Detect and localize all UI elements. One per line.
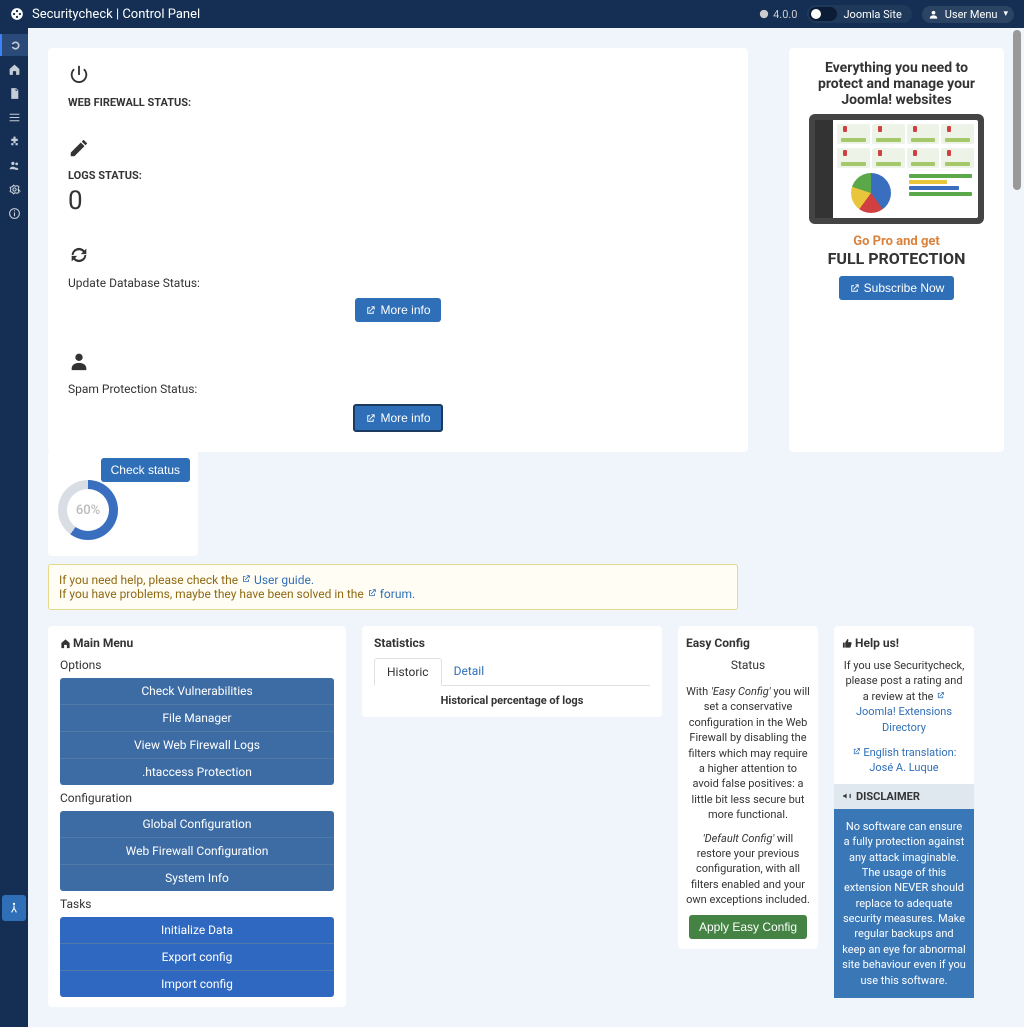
external-link-icon bbox=[367, 588, 377, 598]
menu-export-config[interactable]: Export config bbox=[60, 944, 334, 971]
menu-htaccess[interactable]: .htaccess Protection bbox=[60, 759, 334, 785]
stats-caption: Historical percentage of logs bbox=[374, 694, 650, 707]
easyconfig-p2: 'Default Config' will restore your previ… bbox=[686, 831, 810, 908]
brand: Securitycheck | Control Panel bbox=[10, 7, 200, 22]
helpus-p2: English translation: José A. Luque bbox=[842, 745, 966, 776]
accessibility-toggle[interactable] bbox=[2, 895, 26, 921]
joomla-icon bbox=[10, 7, 24, 21]
stats-tabs: Historic Detail bbox=[374, 658, 650, 686]
scrollbar[interactable] bbox=[1012, 28, 1022, 933]
promo-go-pro: Go Pro and get bbox=[801, 234, 992, 249]
firewall-status-label: WEB FIREWALL STATUS: bbox=[68, 96, 728, 109]
menu-file-manager[interactable]: File Manager bbox=[60, 705, 334, 732]
menu-global-config[interactable]: Global Configuration bbox=[60, 811, 334, 838]
user-icon bbox=[928, 9, 939, 20]
site-toggle[interactable]: Joomla Site bbox=[807, 5, 911, 23]
menu-check-vuln[interactable]: Check Vulnerabilities bbox=[60, 678, 334, 705]
more-info-button-2[interactable]: More info bbox=[353, 404, 442, 432]
easyconfig-status: Status bbox=[686, 658, 810, 672]
forum-link[interactable]: forum. bbox=[367, 587, 415, 601]
pencil-icon bbox=[68, 137, 728, 165]
sidebar-home[interactable] bbox=[0, 58, 28, 80]
home-icon bbox=[60, 638, 71, 649]
donut-card: Check status 60% bbox=[48, 450, 198, 556]
status-card: WEB FIREWALL STATUS: LOGS STATUS: 0 Upda… bbox=[48, 48, 748, 452]
sidebar bbox=[0, 28, 28, 1027]
menu-view-logs[interactable]: View Web Firewall Logs bbox=[60, 732, 334, 759]
apply-easy-config-button[interactable]: Apply Easy Config bbox=[689, 915, 807, 939]
external-link-icon bbox=[241, 574, 251, 584]
sidebar-content[interactable] bbox=[0, 82, 28, 104]
progress-donut: 60% bbox=[58, 480, 118, 540]
tasks-label: Tasks bbox=[60, 897, 334, 911]
accessibility-icon bbox=[7, 901, 21, 915]
sidebar-menus[interactable] bbox=[0, 106, 28, 128]
tab-historic[interactable]: Historic bbox=[374, 658, 442, 686]
user-icon bbox=[68, 350, 728, 378]
logs-status-label: LOGS STATUS: bbox=[68, 169, 728, 182]
promo-title: Everything you need to protect and manag… bbox=[801, 60, 992, 108]
promo-full-protection: FULL PROTECTION bbox=[801, 249, 992, 268]
refresh-icon bbox=[68, 244, 728, 272]
check-status-button[interactable]: Check status bbox=[101, 458, 190, 482]
helpus-p1: If you use Securitycheck, please post a … bbox=[842, 658, 966, 735]
config-label: Configuration bbox=[60, 791, 334, 805]
external-link-icon bbox=[365, 413, 376, 424]
help-banner: If you need help, please check the User … bbox=[48, 564, 738, 610]
megaphone-icon bbox=[842, 791, 852, 801]
page-title: Securitycheck | Control Panel bbox=[32, 7, 200, 22]
power-icon bbox=[68, 64, 728, 92]
helpus-card: Help us! If you use Securitycheck, pleas… bbox=[834, 626, 974, 998]
spam-status-label: Spam Protection Status: bbox=[68, 382, 728, 396]
easyconfig-p1: With 'Easy Config' you will set a conser… bbox=[686, 684, 810, 823]
menu-system-info[interactable]: System Info bbox=[60, 865, 334, 891]
user-menu[interactable]: User Menu ▾ bbox=[922, 6, 1014, 23]
promo-image bbox=[809, 114, 984, 224]
disclaimer-header: DISCLAIMER bbox=[834, 784, 974, 809]
logs-value: 0 bbox=[68, 186, 728, 216]
easyconfig-card: Easy Config Status With 'Easy Config' yo… bbox=[678, 626, 818, 949]
external-link-icon bbox=[849, 283, 860, 294]
update-db-label: Update Database Status: bbox=[68, 276, 728, 290]
external-link-icon bbox=[852, 747, 861, 756]
promo-card: Everything you need to protect and manag… bbox=[789, 48, 1004, 452]
toggle-icon bbox=[809, 7, 837, 21]
thumbs-up-icon bbox=[842, 638, 853, 649]
menu-init-data[interactable]: Initialize Data bbox=[60, 917, 334, 944]
joomla-icon bbox=[759, 9, 769, 19]
sidebar-help[interactable] bbox=[0, 202, 28, 224]
menu-import-config[interactable]: Import config bbox=[60, 971, 334, 997]
stats-card: Statistics Historic Detail Historical pe… bbox=[362, 626, 662, 717]
translator-link[interactable]: English translation: José A. Luque bbox=[852, 746, 957, 774]
disclaimer-body: No software can ensure a fully protectio… bbox=[834, 809, 974, 998]
options-label: Options bbox=[60, 658, 334, 672]
sidebar-users[interactable] bbox=[0, 154, 28, 176]
tab-detail[interactable]: Detail bbox=[442, 658, 497, 685]
menu-firewall-config[interactable]: Web Firewall Configuration bbox=[60, 838, 334, 865]
more-info-button-1[interactable]: More info bbox=[355, 298, 440, 322]
sidebar-toggle[interactable] bbox=[0, 34, 28, 56]
sidebar-components[interactable] bbox=[0, 130, 28, 152]
donut-percent: 60% bbox=[67, 489, 109, 531]
mainmenu-card: Main Menu Options Check Vulnerabilities … bbox=[48, 626, 346, 1007]
external-link-icon bbox=[936, 691, 945, 700]
chevron-down-icon: ▾ bbox=[1003, 9, 1008, 19]
topbar: Securitycheck | Control Panel 4.0.0 Joom… bbox=[0, 0, 1024, 28]
subscribe-button[interactable]: Subscribe Now bbox=[839, 276, 955, 300]
user-guide-link[interactable]: User guide. bbox=[241, 573, 314, 587]
external-link-icon bbox=[365, 305, 376, 316]
sidebar-system[interactable] bbox=[0, 178, 28, 200]
version-badge: 4.0.0 bbox=[759, 8, 797, 21]
